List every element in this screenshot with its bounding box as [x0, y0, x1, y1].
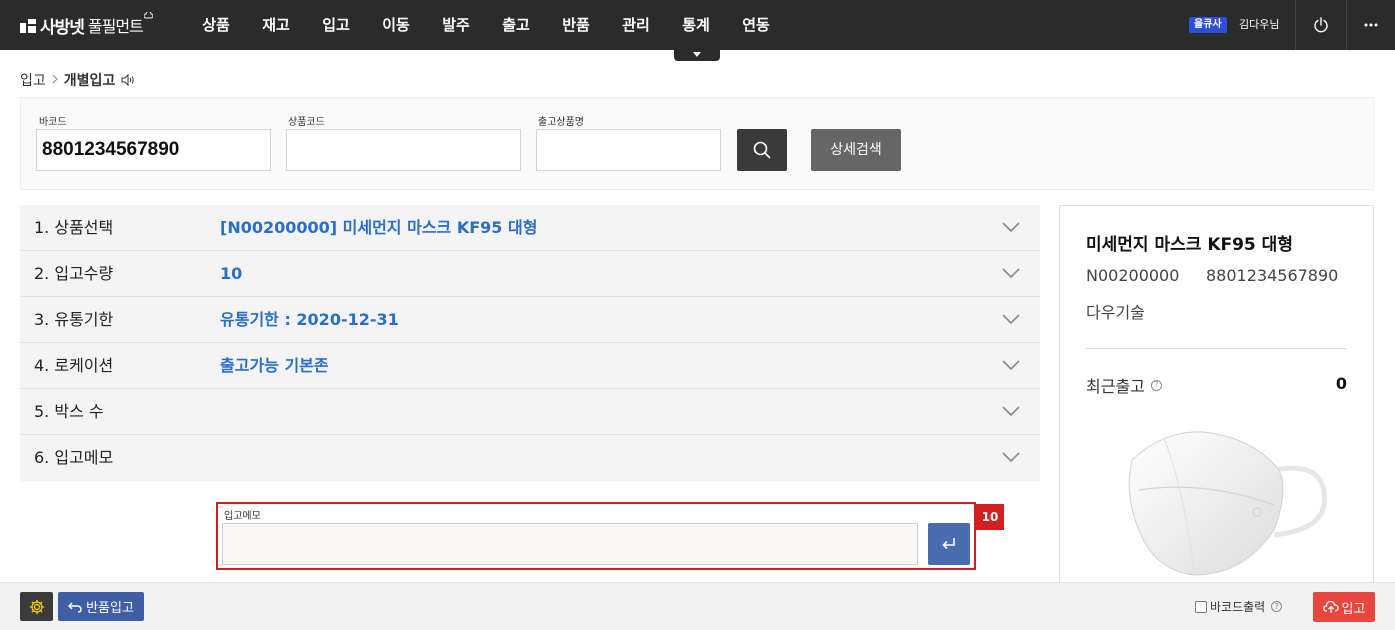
memo-entry-box: 입고메모: [216, 502, 976, 570]
step-memo[interactable]: 6. 입고메모: [20, 435, 1040, 481]
help-icon[interactable]: ?: [1271, 601, 1283, 612]
barcode-label: 바코드: [39, 117, 67, 128]
more-menu-button[interactable]: [1346, 0, 1395, 50]
inbound-submit-label: 입고: [1341, 601, 1366, 617]
step-expiry[interactable]: 3. 유통기한 유통기한 : 2020-12-31: [20, 297, 1040, 343]
step-value: 유통기한 : 2020-12-31: [220, 310, 399, 329]
logo-sub-text: 풀필먼트: [87, 17, 144, 36]
recent-outbound-text: 최근출고: [1086, 377, 1145, 396]
app-logo[interactable]: 사방넷 풀필먼트: [20, 11, 154, 38]
power-icon: [1314, 17, 1328, 33]
memo-enter-button[interactable]: [928, 523, 970, 565]
step-label: 2. 입고수량: [34, 264, 114, 283]
product-code: N00200000: [1086, 266, 1180, 285]
nav-item-order[interactable]: 발주: [426, 0, 486, 50]
nav-item-return[interactable]: 반품: [546, 0, 606, 50]
return-inbound-button[interactable]: 반품입고: [58, 592, 144, 621]
user-name[interactable]: 김다우님: [1239, 17, 1279, 33]
nav-item-outbound[interactable]: 출고: [486, 0, 546, 50]
chevron-down-icon[interactable]: [1002, 222, 1020, 233]
search-button[interactable]: [737, 129, 787, 171]
main-nav: 상품 재고 입고 이동 발주 출고 반품 관리 통계 연동: [186, 0, 786, 50]
step-label: 3. 유통기한: [34, 310, 114, 329]
logo-mark-icon: [20, 17, 36, 33]
product-name: 미세먼지 마스크 KF95 대형: [1086, 235, 1293, 255]
product-image: [1128, 431, 1327, 576]
memo-label: 입고메모: [224, 511, 261, 522]
user-company-badge: 을큐사: [1189, 17, 1227, 33]
chevron-down-icon[interactable]: [1002, 452, 1020, 463]
product-code-label: 상품코드: [288, 117, 325, 128]
nav-item-stock[interactable]: 재고: [246, 0, 306, 50]
chevron-down-icon[interactable]: [1002, 314, 1020, 325]
memo-count-badge: 10: [976, 504, 1004, 530]
step-value: [N00200000] 미세먼지 마스크 KF95 대형: [220, 218, 538, 237]
settings-button[interactable]: [20, 592, 53, 621]
chevron-right-icon: [52, 73, 58, 88]
divider: [1086, 348, 1347, 349]
step-label: 6. 입고메모: [34, 448, 114, 467]
step-box-count[interactable]: 5. 박스 수: [20, 389, 1040, 435]
enter-icon: [942, 538, 955, 550]
breadcrumb: 입고 개별입고: [20, 70, 135, 90]
product-vendor: 다우기술: [1086, 303, 1145, 322]
step-product-select[interactable]: 1. 상품선택 [N00200000] 미세먼지 마스크 KF95 대형: [20, 205, 1040, 251]
chevron-down-icon[interactable]: [1002, 268, 1020, 279]
barcode-print-option[interactable]: 바코드출력 ?: [1195, 598, 1283, 615]
logo-cloud-icon: [143, 11, 154, 22]
breadcrumb-current: 개별입고: [63, 73, 116, 89]
nav-item-move[interactable]: 이동: [366, 0, 426, 50]
inbound-steps: 1. 상품선택 [N00200000] 미세먼지 마스크 KF95 대형 2. …: [20, 205, 1040, 481]
help-icon[interactable]: ?: [1150, 379, 1162, 391]
out-name-label: 출고상품명: [538, 117, 584, 128]
caret-down-icon: [693, 52, 701, 57]
product-barcode: 8801234567890: [1206, 266, 1339, 285]
barcode-input[interactable]: 8801234567890: [36, 129, 271, 171]
nav-item-stats[interactable]: 통계: [666, 0, 726, 50]
nav-item-inbound[interactable]: 입고: [306, 0, 366, 50]
nav-expand-toggle[interactable]: [674, 46, 720, 61]
search-icon: [753, 141, 771, 159]
top-navigation-bar: 사방넷 풀필먼트 상품 재고 입고 이동 발주 출고 반품 관리 통계 연동 을…: [0, 0, 1395, 50]
nav-item-product[interactable]: 상품: [186, 0, 246, 50]
undo-icon: [68, 601, 82, 613]
barcode-print-label: 바코드출력: [1210, 600, 1266, 614]
step-value: 10: [220, 264, 243, 283]
step-value: 출고가능 기본존: [220, 356, 329, 375]
step-label: 5. 박스 수: [34, 402, 104, 421]
inbound-submit-button[interactable]: 입고: [1313, 592, 1375, 622]
gear-icon: [29, 599, 44, 614]
recent-outbound-value: 0: [1335, 374, 1347, 393]
search-panel: 바코드 8801234567890 상품코드 출고상품명 상세검색: [20, 97, 1374, 190]
nav-item-integration[interactable]: 연동: [726, 0, 786, 50]
more-icon: [1364, 23, 1377, 27]
product-info-panel: 미세먼지 마스크 KF95 대형 N00200000 8801234567890…: [1059, 205, 1374, 605]
speaker-icon[interactable]: [121, 74, 135, 86]
out-name-input[interactable]: [536, 129, 721, 171]
detail-search-button[interactable]: 상세검색: [811, 129, 901, 171]
barcode-print-checkbox[interactable]: [1195, 600, 1207, 613]
logout-button[interactable]: [1296, 0, 1346, 50]
step-label: 4. 로케이션: [34, 356, 114, 375]
step-quantity[interactable]: 2. 입고수량 10: [20, 251, 1040, 297]
cloud-upload-icon: [1322, 600, 1339, 613]
memo-input[interactable]: [222, 523, 918, 565]
bottom-action-bar: 반품입고 바코드출력 ? 입고: [0, 582, 1395, 630]
return-inbound-label: 반품입고: [86, 601, 134, 616]
breadcrumb-parent[interactable]: 입고: [20, 70, 46, 90]
step-location[interactable]: 4. 로케이션 출고가능 기본존: [20, 343, 1040, 389]
nav-item-manage[interactable]: 관리: [606, 0, 666, 50]
logo-main-text: 사방넷: [40, 17, 85, 38]
chevron-down-icon[interactable]: [1002, 406, 1020, 417]
chevron-down-icon[interactable]: [1002, 360, 1020, 371]
recent-outbound-label: 최근출고 ?: [1086, 373, 1162, 397]
step-label: 1. 상품선택: [34, 218, 114, 237]
product-code-input[interactable]: [286, 129, 521, 171]
